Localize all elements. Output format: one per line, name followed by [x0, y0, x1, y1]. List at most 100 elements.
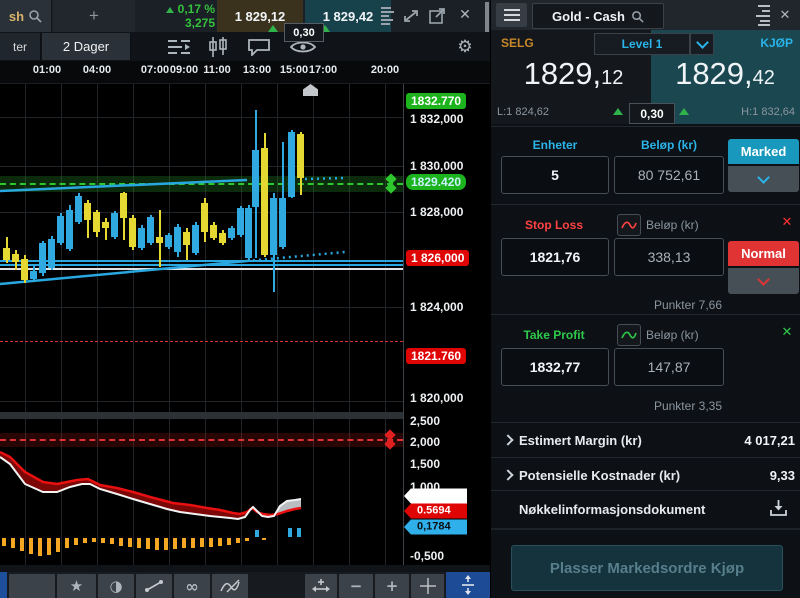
- sell-price[interactable]: 1829,12: [496, 52, 651, 96]
- high-price-label: H:1 832,64: [741, 106, 795, 118]
- candle: [3, 248, 10, 260]
- expand-icon[interactable]: [402, 8, 420, 24]
- level-dropdown[interactable]: Level 1: [594, 33, 690, 55]
- toolbar-accent-strip: [0, 572, 7, 598]
- candle: [174, 227, 181, 252]
- gear-icon[interactable]: ⚙: [450, 35, 480, 59]
- toolbar-empty-button[interactable]: [9, 574, 55, 598]
- units-input[interactable]: 5: [501, 156, 609, 194]
- panel-splitter[interactable]: [0, 412, 403, 419]
- contrast-theme-button[interactable]: ◑: [98, 574, 134, 598]
- amount-input[interactable]: 80 752,61: [614, 156, 724, 194]
- close-panel-icon[interactable]: ✕: [776, 6, 794, 24]
- favorites-star-button[interactable]: ★: [57, 574, 96, 598]
- zoom-out-button[interactable]: −: [339, 574, 373, 598]
- plus-icon: +: [386, 577, 399, 595]
- settings-sliders-icon[interactable]: [166, 38, 192, 55]
- stop-loss-mode-chevron-button[interactable]: [728, 268, 799, 294]
- kid-row[interactable]: Nøkkelinformasjonsdokument: [491, 492, 800, 526]
- add-chart-tab[interactable]: +: [53, 0, 135, 32]
- candle: [129, 218, 136, 247]
- indicator-tool-button[interactable]: ∞: [174, 574, 210, 598]
- time-axis-label: 20:00: [371, 64, 399, 76]
- candle: [48, 239, 55, 268]
- price-axis-label: 2,000: [410, 435, 440, 449]
- histogram-bar-negative: [209, 538, 213, 547]
- order-type-chevron-button[interactable]: [728, 166, 799, 192]
- histogram-bar-negative: [2, 538, 6, 546]
- close-window-icon[interactable]: ✕: [456, 6, 474, 24]
- trendline-tool-button[interactable]: [136, 574, 172, 598]
- fit-horizontal-button[interactable]: [305, 574, 337, 598]
- eye-icon[interactable]: [290, 40, 316, 54]
- margin-row[interactable]: Estimert Margin (kr) 4 017,21: [491, 424, 800, 457]
- stop-loss-remove-icon[interactable]: ✕: [779, 214, 795, 230]
- histogram-bar-negative: [155, 538, 159, 550]
- histogram-bar-negative: [29, 538, 33, 554]
- panel-menu-button[interactable]: [496, 3, 527, 27]
- take-profit-amount-label: Beløp (kr): [646, 328, 699, 342]
- candle: [297, 134, 304, 178]
- buy-price[interactable]: 1829,42: [651, 52, 799, 96]
- chart-plot[interactable]: [0, 84, 403, 565]
- trendline-lower: [0, 261, 247, 284]
- take-profit-points: Punkter 3,35: [614, 399, 722, 413]
- freehand-draw-button[interactable]: [212, 574, 248, 598]
- price-level-badge: 1832.770: [406, 93, 466, 109]
- candle: [228, 228, 235, 238]
- crosshair-button[interactable]: [411, 574, 444, 598]
- fit-vertical-button[interactable]: [446, 572, 490, 598]
- take-profit-remove-icon[interactable]: ✕: [779, 324, 795, 340]
- chart-type-candle-icon[interactable]: [206, 37, 230, 57]
- time-axis-label: 13:00: [243, 64, 271, 76]
- histogram-bar-negative: [128, 538, 132, 547]
- trendline-upper: [0, 180, 247, 191]
- histogram-bar-negative: [38, 538, 42, 556]
- indicator-value-tag: 0.5694: [404, 504, 467, 519]
- comment-icon[interactable]: [247, 38, 271, 56]
- ticket-spread-badge: 0,30: [629, 103, 675, 124]
- candle: [102, 222, 109, 228]
- histogram-bar-negative: [56, 538, 60, 552]
- take-profit-amount-input[interactable]: 147,87: [614, 348, 724, 386]
- candle: [93, 212, 100, 232]
- instrument-tab[interactable]: sh: [0, 0, 52, 32]
- histogram-bar-negative: [92, 538, 96, 542]
- stop-loss-chart-toggle[interactable]: [617, 214, 641, 236]
- panel-title-label: Gold - Cash: [552, 9, 625, 24]
- chart-window-toolbar: sh + 0,17 % 3,275 1 829,12 1 829,42 0,30: [0, 0, 490, 32]
- price-axis[interactable]: 1 832,0001 830,0001 828,0001 824,0001 82…: [403, 84, 491, 565]
- search-icon: [28, 9, 42, 23]
- chart-settings-toolbar: ter 2 Dager ⚙: [0, 32, 490, 61]
- order-type-button[interactable]: Marked: [728, 139, 799, 164]
- range-tab[interactable]: 2 Dager: [42, 33, 131, 60]
- histogram-bar-negative: [182, 538, 186, 548]
- drag-lines-icon[interactable]: [754, 4, 770, 26]
- stop-loss-mode-button[interactable]: Normal: [728, 241, 799, 266]
- candle: [252, 150, 259, 207]
- costs-row[interactable]: Potensielle Kostnader (kr) 9,33: [491, 459, 800, 490]
- up-triangle-icon: [613, 108, 623, 115]
- histogram-bar-negative: [65, 538, 69, 548]
- histogram-bar-negative: [101, 538, 105, 543]
- interval-tab[interactable]: ter: [0, 33, 41, 60]
- take-profit-chart-toggle[interactable]: [617, 324, 641, 346]
- scrollbar-thumb[interactable]: [485, 2, 489, 32]
- popout-icon[interactable]: [429, 8, 446, 24]
- histogram-bar-negative: [110, 538, 114, 544]
- take-profit-price-input[interactable]: 1832,77: [501, 348, 609, 386]
- histogram-bar-negative: [137, 538, 141, 548]
- stop-loss-price-input[interactable]: 1821,76: [501, 238, 609, 276]
- zoom-in-button[interactable]: +: [375, 574, 409, 598]
- level-dropdown-chevron-button[interactable]: [690, 33, 714, 55]
- up-triangle-icon: [679, 108, 689, 115]
- histogram-bar-negative: [191, 538, 195, 548]
- histogram-bar-negative: [262, 538, 266, 540]
- layers-list-icon[interactable]: [381, 6, 395, 26]
- candle: [120, 193, 127, 218]
- place-order-button[interactable]: Plasser Markedsordre Kjøp: [511, 545, 783, 591]
- price-axis-label: 1 830,000: [410, 159, 463, 173]
- stop-loss-amount-input[interactable]: 338,13: [614, 238, 724, 276]
- panel-instrument-title[interactable]: Gold - Cash: [532, 3, 664, 29]
- download-icon[interactable]: [769, 499, 788, 517]
